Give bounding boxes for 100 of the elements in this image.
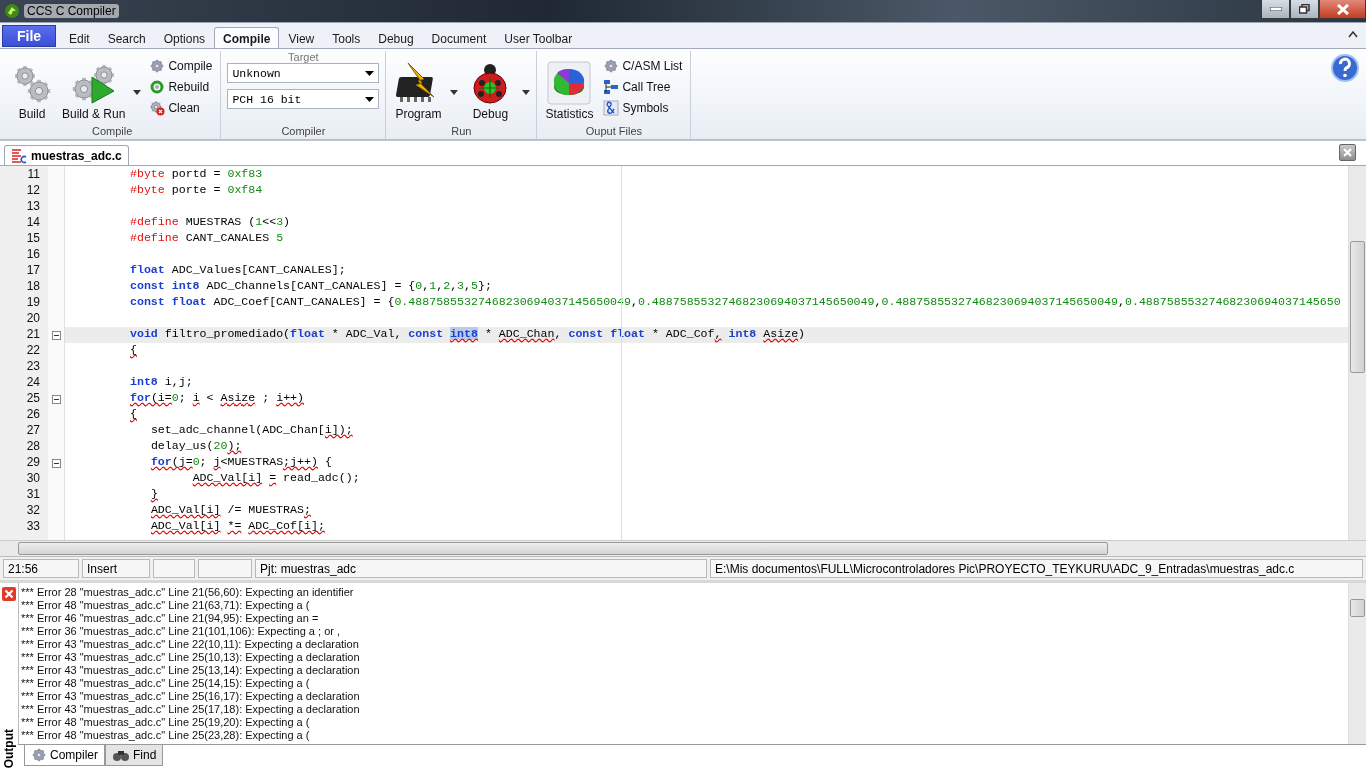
line-number: 21 bbox=[25, 327, 41, 343]
line-number: 22 bbox=[25, 343, 41, 359]
line-number: 16 bbox=[25, 247, 41, 263]
output-tab[interactable]: Compiler bbox=[24, 745, 105, 766]
c-file-icon bbox=[11, 147, 27, 164]
output-title: Output bbox=[2, 727, 16, 768]
line-number: 12 bbox=[25, 183, 41, 199]
file-tab[interactable]: muestras_adc.c bbox=[4, 145, 129, 165]
line-number: 14 bbox=[25, 215, 41, 231]
line-number: 15 bbox=[25, 231, 41, 247]
line-number: 25 bbox=[25, 391, 41, 407]
output-tab[interactable]: Find bbox=[105, 745, 164, 766]
pie-chart-icon bbox=[547, 61, 592, 105]
gear-icon bbox=[603, 58, 620, 74]
error-message: *** Error 43 "muestras_adc.c" Line 22(10,11): Expecting a declaration bbox=[21, 638, 360, 651]
code-line: for(j=0; j<MUESTRAS;j++) { bbox=[149, 455, 332, 468]
group-label: Ouput Files bbox=[584, 124, 644, 139]
menu-tab[interactable]: Edit bbox=[60, 27, 99, 49]
menu-tab[interactable]: Debug bbox=[369, 27, 423, 49]
code-line: #byte porte = 0xf84 bbox=[130, 183, 263, 196]
gear-icon bbox=[31, 747, 47, 763]
code-line: const float ADC_Coef[CANT_CANALES] = {0.48875855327468230694037145650049,0.48875855327468230694037145650049,0.48875855327468230694037145650049,0.48875855327468230694037145650 bbox=[130, 295, 1341, 308]
menu-tab[interactable]: Tools bbox=[323, 27, 370, 49]
line-number: 24 bbox=[25, 375, 41, 391]
code-line: ADC_Val[i] *= ADC_Cof[i]; bbox=[149, 519, 325, 532]
restore-icon bbox=[1299, 4, 1310, 14]
ampersand-icon bbox=[603, 100, 620, 116]
file-path: E:\Mis documentos\FULL\Microcontroladores Pic\PROYECTO_TEYKURU\ADC_9_Entradas\muestras_adc.c bbox=[710, 559, 1363, 578]
caret-icon[interactable] bbox=[522, 89, 531, 95]
close-button[interactable] bbox=[1319, 0, 1366, 19]
code-line: const int8 ADC_Channels[CANT_CANALES] = {0,1,2,3,5}; bbox=[130, 279, 492, 292]
c-asm-list-button[interactable]: C/ASM List bbox=[601, 57, 685, 75]
error-message: *** Error 46 "muestras_adc.c" Line 21(94,95): Expecting an = bbox=[21, 612, 320, 625]
collapse-ribbon-icon[interactable] bbox=[1348, 31, 1358, 38]
insert-mode: Insert bbox=[82, 559, 150, 578]
error-message: *** Error 36 "muestras_adc.c" Line 21(101,106): Expecting a ; or , bbox=[21, 625, 342, 638]
build-run-button[interactable]: Build & Run bbox=[60, 51, 128, 123]
horizontal-scrollbar[interactable] bbox=[0, 540, 1366, 556]
code-line: delay_us(20); bbox=[149, 439, 242, 452]
vertical-scrollbar[interactable] bbox=[1348, 166, 1366, 540]
compiler-dropdown[interactable]: PCH 16 bit bbox=[227, 89, 380, 109]
program-button[interactable]: Program bbox=[392, 51, 445, 123]
vertical-scrollbar[interactable] bbox=[1348, 583, 1366, 744]
menu-tab[interactable]: User Toolbar bbox=[495, 27, 582, 49]
menu-tab[interactable]: Document bbox=[422, 27, 496, 49]
menu-tab[interactable]: Search bbox=[98, 27, 155, 49]
line-number: 32 bbox=[25, 503, 41, 519]
close-icon bbox=[1343, 148, 1352, 157]
code-line: float ADC_Values[CANT_CANALES]; bbox=[130, 263, 346, 276]
collapse-icon[interactable] bbox=[51, 394, 61, 404]
line-number: 29 bbox=[25, 455, 41, 471]
gear-delete-icon bbox=[149, 100, 166, 116]
clean-button[interactable]: Clean bbox=[147, 99, 215, 117]
menu-tab[interactable]: Compile bbox=[214, 27, 280, 49]
minimize-icon bbox=[1269, 7, 1282, 11]
code-line: int8 i,j; bbox=[130, 375, 193, 388]
caret-icon[interactable] bbox=[133, 89, 142, 95]
compile-button[interactable]: Compile bbox=[147, 57, 215, 75]
refresh-icon bbox=[149, 79, 166, 95]
minimize-button[interactable] bbox=[1261, 0, 1290, 19]
gear-icon bbox=[149, 58, 166, 74]
rebuild-button[interactable]: Rebuild bbox=[147, 78, 215, 96]
group-label: Compiler bbox=[280, 124, 327, 139]
line-number: 31 bbox=[25, 487, 41, 503]
code-line: { bbox=[130, 407, 137, 420]
call-tree-button[interactable]: Call Tree bbox=[601, 78, 685, 96]
build-button[interactable]: Build bbox=[10, 51, 54, 123]
cursor-position: 21:56 bbox=[3, 559, 79, 578]
error-message: *** Error 48 "muestras_adc.c" Line 25(19,20): Expecting a ( bbox=[21, 716, 311, 729]
caret-icon bbox=[365, 96, 375, 102]
restore-button[interactable] bbox=[1290, 0, 1319, 19]
line-number: 17 bbox=[25, 263, 41, 279]
caret-icon bbox=[365, 70, 375, 76]
statistics-button[interactable]: Statistics bbox=[543, 51, 596, 123]
close-document-button[interactable] bbox=[1339, 144, 1356, 161]
debug-button[interactable]: Debug bbox=[464, 51, 517, 123]
line-number: 18 bbox=[25, 279, 41, 295]
line-number: 30 bbox=[25, 471, 41, 487]
caret-icon[interactable] bbox=[450, 89, 459, 95]
tree-icon bbox=[603, 79, 620, 95]
collapse-icon[interactable] bbox=[51, 458, 61, 468]
window-title: CCS C Compiler bbox=[24, 4, 119, 18]
menu-tab[interactable]: View bbox=[279, 27, 324, 49]
file-button[interactable]: File bbox=[2, 24, 56, 47]
menu-tab[interactable]: Options bbox=[154, 27, 215, 49]
collapse-icon[interactable] bbox=[51, 330, 61, 340]
line-number: 13 bbox=[25, 199, 41, 215]
code-line: ADC_Val[i] /= MUESTRAS; bbox=[149, 503, 311, 516]
symbols-button[interactable]: Symbols bbox=[601, 99, 685, 117]
close-output-icon[interactable] bbox=[2, 587, 16, 601]
target-caption: Target bbox=[287, 51, 320, 63]
line-number: 19 bbox=[25, 295, 41, 311]
code-line: ADC_Val[i] = read_adc(); bbox=[191, 471, 360, 484]
code-line: #define CANT_CANALES 5 bbox=[130, 231, 284, 244]
code-line: set_adc_channel(ADC_Chan[i]); bbox=[149, 423, 353, 436]
help-icon[interactable] bbox=[1330, 53, 1360, 83]
error-message: *** Error 43 "muestras_adc.c" Line 25(10,13): Expecting a declaration bbox=[21, 651, 361, 664]
line-number: 33 bbox=[25, 519, 41, 535]
error-message: *** Error 48 "muestras_adc.c" Line 21(63,71): Expecting a ( bbox=[21, 599, 311, 612]
target-dropdown[interactable]: Unknown bbox=[227, 63, 380, 83]
